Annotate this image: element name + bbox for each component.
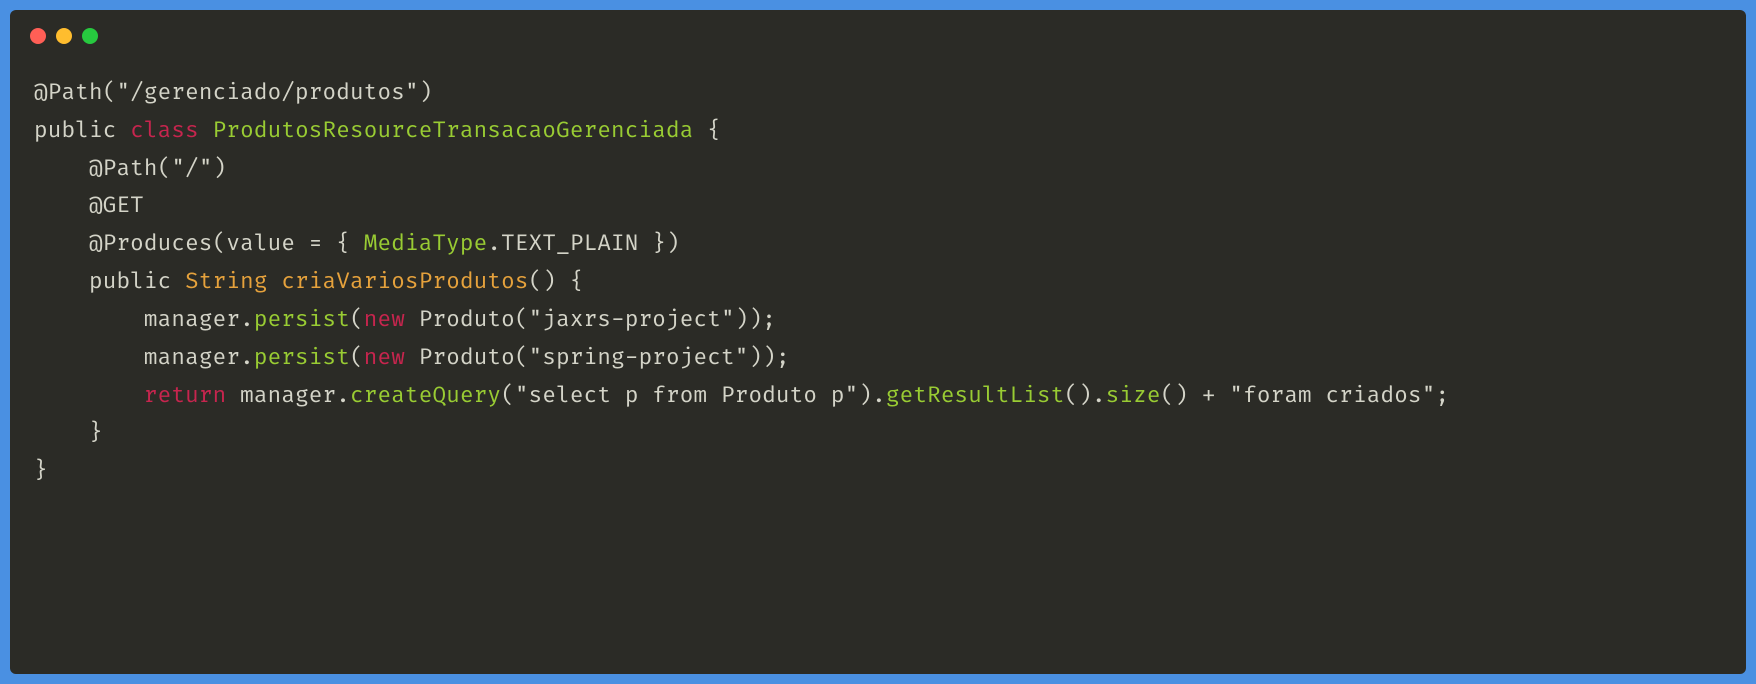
code-line: public class ProdutosResourceTransacaoGe… (34, 117, 721, 144)
window-titlebar (10, 10, 1746, 54)
code-line: @Path("/") (34, 155, 226, 182)
code-line: manager.persist(new Produto("spring-proj… (34, 344, 790, 371)
maximize-icon[interactable] (82, 28, 98, 44)
code-line: manager.persist(new Produto("jaxrs-proje… (34, 306, 776, 333)
code-line: return manager.createQuery("select p fro… (34, 382, 1449, 409)
code-line: @GET (34, 192, 144, 219)
code-window: @Path("/gerenciado/produtos") public cla… (10, 10, 1746, 674)
code-line: @Path("/gerenciado/produtos") (34, 79, 432, 106)
minimize-icon[interactable] (56, 28, 72, 44)
code-line: public String criaVariosProdutos() { (34, 268, 584, 295)
code-line: @Produces(value = { MediaType.TEXT_PLAIN… (34, 230, 680, 257)
code-line: } (34, 419, 103, 446)
code-line: } (34, 457, 48, 484)
close-icon[interactable] (30, 28, 46, 44)
code-content: @Path("/gerenciado/produtos") public cla… (10, 54, 1746, 510)
